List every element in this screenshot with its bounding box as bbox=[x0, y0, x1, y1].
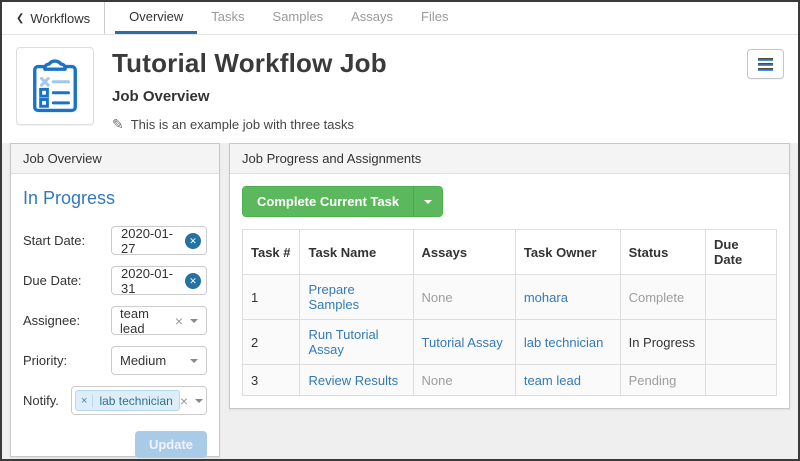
start-date-value: 2020-01-27 bbox=[121, 226, 185, 256]
due-date-value: 2020-01-31 bbox=[121, 266, 185, 296]
job-overview-panel: Job Overview In Progress Start Date: 202… bbox=[10, 143, 220, 457]
update-row: Update bbox=[23, 431, 207, 458]
column-header: Task # bbox=[243, 230, 300, 275]
due-date-field[interactable]: 2020-01-31 ✕ bbox=[111, 266, 207, 295]
table-row: 1Prepare SamplesNonemoharaComplete bbox=[243, 275, 777, 320]
table-cell[interactable]: mohara bbox=[515, 275, 620, 320]
table-cell: 1 bbox=[243, 275, 300, 320]
table-cell: Pending bbox=[620, 365, 705, 396]
job-progress-panel-title: Job Progress and Assignments bbox=[230, 144, 789, 174]
job-description-text: This is an example job with three tasks bbox=[131, 117, 354, 132]
notify-multiselect[interactable]: × lab technician × bbox=[71, 386, 207, 415]
tasks-table: Task #Task NameAssaysTask OwnerStatusDue… bbox=[242, 229, 777, 396]
job-progress-body: Complete Current Task Task #Task NameAss… bbox=[230, 174, 789, 408]
table-row: 3Review ResultsNoneteam leadPending bbox=[243, 365, 777, 396]
job-overview-panel-title: Job Overview bbox=[11, 144, 219, 174]
tab-overview[interactable]: Overview bbox=[115, 2, 197, 34]
tab-bar: Overview Tasks Samples Assays Files bbox=[115, 2, 462, 34]
tab-tasks[interactable]: Tasks bbox=[197, 2, 258, 34]
job-overview-body: In Progress Start Date: 2020-01-27 ✕ Due… bbox=[11, 174, 219, 461]
clear-start-date-icon[interactable]: ✕ bbox=[185, 233, 201, 249]
column-header: Due Date bbox=[706, 230, 777, 275]
table-cell[interactable]: team lead bbox=[515, 365, 620, 396]
start-date-field[interactable]: 2020-01-27 ✕ bbox=[111, 226, 207, 255]
assignee-row: Assignee: team lead × bbox=[23, 306, 207, 335]
assignee-label: Assignee: bbox=[23, 313, 80, 328]
menu-button[interactable] bbox=[747, 49, 784, 79]
complete-task-caret-button[interactable] bbox=[413, 187, 442, 216]
table-cell bbox=[706, 320, 777, 365]
column-header: Status bbox=[620, 230, 705, 275]
table-cell[interactable]: Review Results bbox=[300, 365, 413, 396]
table-cell: None bbox=[413, 365, 515, 396]
table-cell[interactable]: lab technician bbox=[515, 320, 620, 365]
assignee-value: team lead bbox=[120, 306, 175, 336]
clear-due-date-icon[interactable]: ✕ bbox=[185, 273, 201, 289]
table-cell: In Progress bbox=[620, 320, 705, 365]
due-date-label: Due Date: bbox=[23, 273, 82, 288]
start-date-label: Start Date: bbox=[23, 233, 85, 248]
column-header: Task Name bbox=[300, 230, 413, 275]
tasks-table-body: 1Prepare SamplesNonemoharaComplete2Run T… bbox=[243, 275, 777, 396]
priority-label: Priority: bbox=[23, 353, 67, 368]
header-text: Tutorial Workflow Job Job Overview ✎ Thi… bbox=[112, 47, 387, 131]
top-nav: ❮ Workflows Overview Tasks Samples Assay… bbox=[2, 2, 798, 35]
priority-value: Medium bbox=[120, 353, 166, 368]
assignee-select[interactable]: team lead × bbox=[111, 306, 207, 335]
hamburger-icon bbox=[758, 58, 773, 61]
table-cell: 2 bbox=[243, 320, 300, 365]
table-cell[interactable]: Prepare Samples bbox=[300, 275, 413, 320]
content-area: Job Overview In Progress Start Date: 202… bbox=[2, 143, 798, 459]
due-date-row: Due Date: 2020-01-31 ✕ bbox=[23, 266, 207, 295]
back-link[interactable]: ❮ Workflows bbox=[2, 2, 105, 34]
table-row: 2Run Tutorial AssayTutorial Assaylab tec… bbox=[243, 320, 777, 365]
clipboard-checklist-icon bbox=[16, 47, 94, 125]
clear-assignee-icon[interactable]: × bbox=[175, 314, 183, 328]
table-cell bbox=[706, 275, 777, 320]
job-progress-panel: Job Progress and Assignments Complete Cu… bbox=[229, 143, 790, 409]
update-button[interactable]: Update bbox=[135, 431, 207, 458]
complete-task-split-button: Complete Current Task bbox=[242, 186, 443, 217]
app-window: ❮ Workflows Overview Tasks Samples Assay… bbox=[0, 0, 800, 461]
priority-row: Priority: Medium bbox=[23, 346, 207, 375]
priority-select[interactable]: Medium bbox=[111, 346, 207, 375]
table-cell[interactable]: Tutorial Assay bbox=[413, 320, 515, 365]
complete-task-button[interactable]: Complete Current Task bbox=[243, 187, 413, 216]
column-header: Assays bbox=[413, 230, 515, 275]
tab-samples[interactable]: Samples bbox=[259, 2, 338, 34]
tab-files[interactable]: Files bbox=[407, 2, 462, 34]
notify-chip: × lab technician bbox=[75, 390, 180, 411]
job-description: ✎ This is an example job with three task… bbox=[112, 116, 387, 133]
page-title: Tutorial Workflow Job bbox=[112, 48, 387, 79]
edit-pencil-icon[interactable]: ✎ bbox=[112, 116, 124, 133]
start-date-row: Start Date: 2020-01-27 ✕ bbox=[23, 226, 207, 255]
notify-row: Notify. × lab technician × bbox=[23, 386, 207, 415]
chevron-left-icon: ❮ bbox=[16, 13, 24, 24]
table-cell[interactable]: Run Tutorial Assay bbox=[300, 320, 413, 365]
back-link-label: Workflows bbox=[30, 11, 90, 26]
column-header: Task Owner bbox=[515, 230, 620, 275]
chevron-down-icon bbox=[424, 200, 432, 204]
table-cell: Complete bbox=[620, 275, 705, 320]
table-cell: None bbox=[413, 275, 515, 320]
chevron-down-icon bbox=[190, 359, 198, 363]
tab-assays[interactable]: Assays bbox=[337, 2, 407, 34]
notify-chip-label: lab technician bbox=[93, 394, 178, 408]
tasks-table-header-row: Task #Task NameAssaysTask OwnerStatusDue… bbox=[243, 230, 777, 275]
status-heading: In Progress bbox=[23, 188, 207, 209]
chip-remove-icon[interactable]: × bbox=[76, 395, 93, 407]
chevron-down-icon bbox=[190, 319, 198, 323]
notify-label: Notify. bbox=[23, 393, 59, 408]
page-subtitle: Job Overview bbox=[112, 88, 387, 105]
clear-notify-icon[interactable]: × bbox=[180, 394, 188, 408]
page-header: Tutorial Workflow Job Job Overview ✎ Thi… bbox=[2, 35, 798, 143]
table-cell: 3 bbox=[243, 365, 300, 396]
table-cell bbox=[706, 365, 777, 396]
chevron-down-icon bbox=[195, 399, 203, 403]
